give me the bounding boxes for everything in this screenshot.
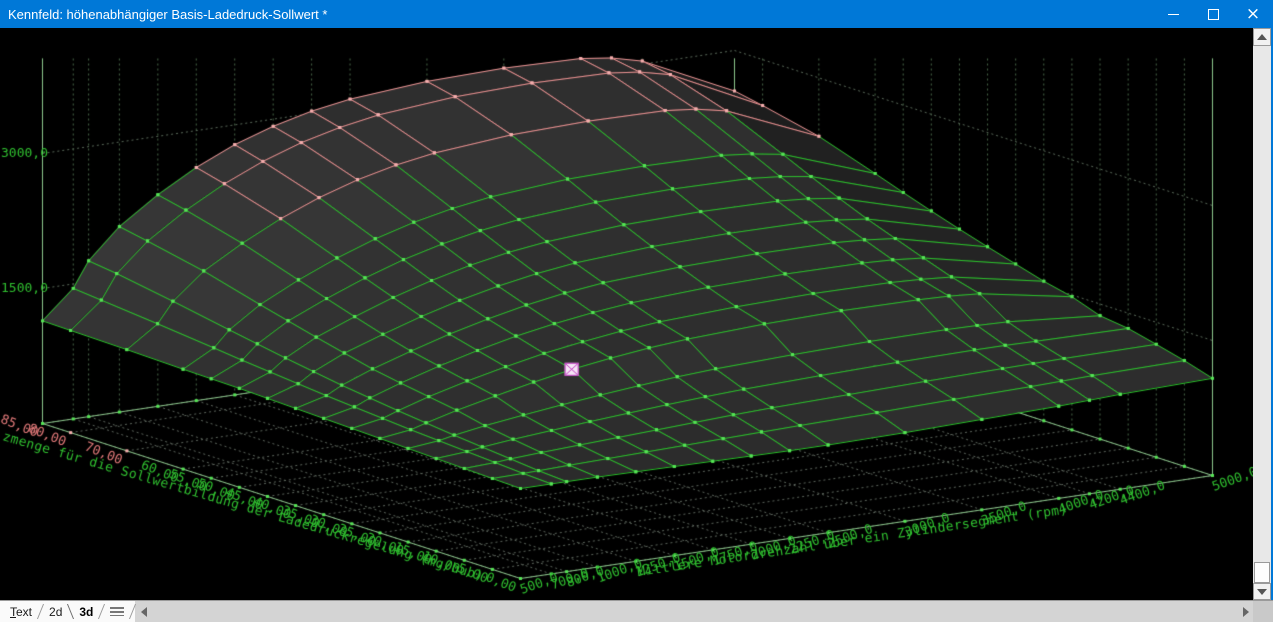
minimize-icon [1168,14,1179,15]
scroll-up-button[interactable] [1253,28,1271,46]
vertical-scrollbar[interactable] [1253,28,1271,600]
arrow-up-icon [1257,34,1267,40]
tab-2d-label: 2d [49,605,62,619]
scroll-right-button[interactable] [1239,601,1253,622]
scroll-left-button[interactable] [135,601,152,622]
scroll-down-button[interactable] [1253,583,1271,600]
tab-3d[interactable]: 3d [73,605,99,619]
tab-text[interactable]: Text [4,605,38,619]
surface-3d-plot[interactable] [0,28,1253,600]
minimize-button[interactable] [1153,0,1193,28]
maximize-icon [1208,9,1219,20]
tab-text-label: Text [10,605,32,619]
horizontal-scrollbar[interactable] [152,601,1239,622]
menu-icon[interactable] [110,607,124,616]
tab-3d-label: 3d [79,605,93,619]
vertical-scrollbar-thumb[interactable] [1254,562,1270,583]
scrollbar-corner [1253,601,1273,622]
arrow-left-icon [141,607,147,617]
tab-2d[interactable]: 2d [43,605,68,619]
arrow-down-icon [1257,589,1267,595]
bottom-bar: Text 2d 3d [0,600,1273,622]
maximize-button[interactable] [1193,0,1233,28]
window-title: Kennfeld: höhenabhängiger Basis-Ladedruc… [0,7,1153,22]
app-window: Kennfeld: höhenabhängiger Basis-Ladedruc… [0,0,1273,622]
tab-separator [98,604,105,619]
close-button[interactable]: × [1233,0,1273,28]
arrow-right-icon [1243,607,1249,617]
view-tabs: Text 2d 3d [0,601,135,622]
titlebar[interactable]: Kennfeld: höhenabhängiger Basis-Ladedruc… [0,0,1273,28]
close-icon: × [1246,6,1260,23]
